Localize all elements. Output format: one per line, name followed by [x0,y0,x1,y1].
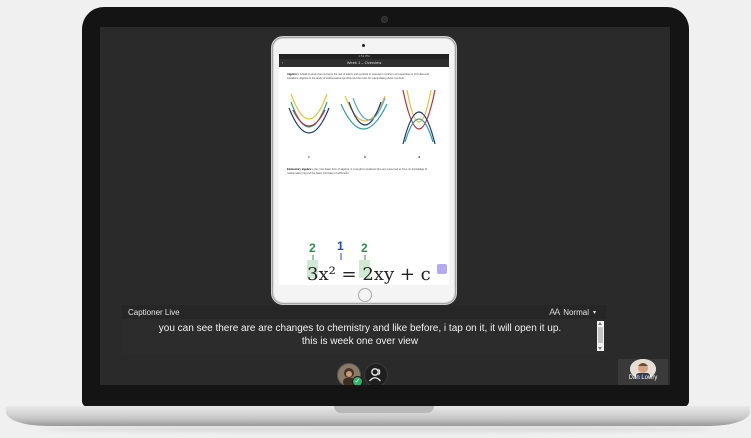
eq-sticky-note [437,264,447,274]
scroll-thumb[interactable] [598,327,603,343]
graph-label-a: a [418,154,421,159]
chevron-down-icon: ▾ [592,309,596,316]
participant-icon [369,368,381,382]
caption-text: you can see there are are changes to che… [122,322,598,348]
back-button[interactable]: ‹ [282,59,283,67]
participant-tile[interactable]: Dan Lowry [618,359,668,385]
equation-area: 2 1 2 3x² = 2xy + c [293,204,449,285]
eq-annot-2: 1 [337,239,344,253]
font-size-icon: AA [549,307,560,317]
tablet-nav-bar: ‹ Week 1 – Overview [279,59,449,67]
tablet-screen: 1:52 PM ‹ Week 1 – Overview Algebra is a… [279,54,449,285]
check-icon: ✓ [352,376,363,385]
caption-line-2: this is week one over view [301,336,419,347]
tablet-page-title: Week 1 – Overview [346,60,382,65]
font-size-value: Normal [563,307,589,317]
tablet-home-button [358,288,372,302]
font-size-dropdown[interactable]: AA Normal ▾ [549,307,596,317]
eq-annot-1: 2 [309,241,316,255]
intro-paragraph: Algebra is a field of study that concern… [279,73,449,80]
eq-annot-3: 2 [361,241,368,255]
caption-title: Captioner Live [128,308,180,317]
intro-lead: Algebra [287,73,297,76]
caption-line-1: you can see there are are changes to che… [158,323,562,334]
parabola-graphs: c b a [288,90,436,159]
graph-a-navy [402,111,436,145]
graph-label-c: c [308,154,310,159]
body-lead: Elementary algebra [287,168,311,172]
scroll-up-icon[interactable] [598,322,602,325]
laptop-shadow [40,426,710,432]
intro-text: is a field of study that concerns the us… [287,73,429,80]
caption-header: Captioner Live AA Normal ▾ [122,305,606,319]
graph-c-red [292,109,326,127]
body-paragraph: Elementary algebra is the most basic for… [279,168,449,175]
caption-panel: Captioner Live AA Normal ▾ you can see t… [122,305,606,353]
participants-button[interactable] [364,363,388,385]
laptop-notch [334,406,434,413]
meeting-screen: 1:52 PM ‹ Week 1 – Overview Algebra is a… [100,27,670,385]
shared-tablet: 1:52 PM ‹ Week 1 – Overview Algebra is a… [271,36,457,305]
webcam-icon [381,16,388,23]
equation-line: 3x² = 2xy + c [307,264,431,285]
scroll-down-icon[interactable] [598,347,602,350]
graph-label-b: b [364,154,367,159]
caption-scrollbar[interactable] [597,321,604,351]
participant-name: Dan Lowry [628,375,658,381]
tablet-camera [362,44,365,47]
